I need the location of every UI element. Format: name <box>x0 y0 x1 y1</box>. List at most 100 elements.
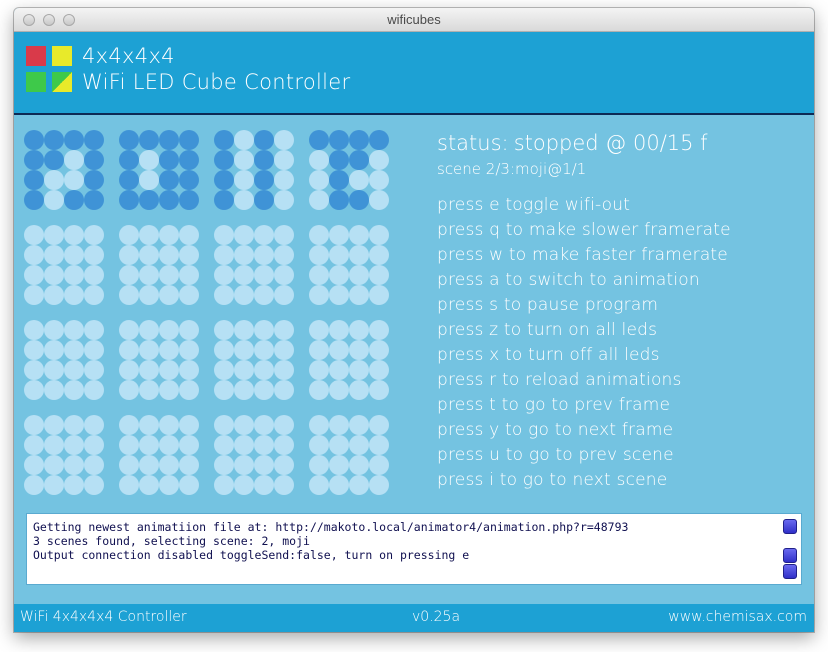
led-dot[interactable] <box>64 130 84 150</box>
led-dot[interactable] <box>64 415 84 435</box>
led-dot[interactable] <box>84 455 104 475</box>
led-dot[interactable] <box>24 360 44 380</box>
led-dot[interactable] <box>44 150 64 170</box>
led-dot[interactable] <box>234 170 254 190</box>
led-dot[interactable] <box>139 435 159 455</box>
led-dot[interactable] <box>234 285 254 305</box>
led-dot[interactable] <box>159 245 179 265</box>
led-dot[interactable] <box>214 190 234 210</box>
led-dot[interactable] <box>274 320 294 340</box>
led-dot[interactable] <box>369 170 389 190</box>
led-dot[interactable] <box>274 415 294 435</box>
led-dot[interactable] <box>254 475 274 495</box>
led-dot[interactable] <box>119 360 139 380</box>
led-dot[interactable] <box>234 225 254 245</box>
led-dot[interactable] <box>349 190 369 210</box>
scroll-down-button[interactable] <box>783 564 797 579</box>
led-dot[interactable] <box>254 320 274 340</box>
led-dot[interactable] <box>369 190 389 210</box>
led-dot[interactable] <box>179 245 199 265</box>
led-dot[interactable] <box>369 380 389 400</box>
led-dot[interactable] <box>119 170 139 190</box>
led-dot[interactable] <box>329 435 349 455</box>
led-dot[interactable] <box>64 455 84 475</box>
led-dot[interactable] <box>84 320 104 340</box>
led-dot[interactable] <box>119 435 139 455</box>
led-dot[interactable] <box>119 415 139 435</box>
led-dot[interactable] <box>179 360 199 380</box>
led-dot[interactable] <box>179 170 199 190</box>
led-dot[interactable] <box>309 225 329 245</box>
console-scrollbar[interactable] <box>782 517 798 581</box>
led-dot[interactable] <box>274 380 294 400</box>
led-dot[interactable] <box>254 285 274 305</box>
led-dot[interactable] <box>64 360 84 380</box>
led-dot[interactable] <box>254 380 274 400</box>
led-dot[interactable] <box>349 285 369 305</box>
led-dot[interactable] <box>64 380 84 400</box>
led-dot[interactable] <box>44 265 64 285</box>
led-dot[interactable] <box>179 340 199 360</box>
led-dot[interactable] <box>309 265 329 285</box>
led-dot[interactable] <box>214 285 234 305</box>
led-dot[interactable] <box>44 225 64 245</box>
led-dot[interactable] <box>159 435 179 455</box>
led-dot[interactable] <box>24 245 44 265</box>
led-dot[interactable] <box>179 150 199 170</box>
led-dot[interactable] <box>254 245 274 265</box>
led-dot[interactable] <box>84 245 104 265</box>
website-link[interactable]: www.chemisax.com <box>668 609 807 625</box>
led-dot[interactable] <box>64 475 84 495</box>
led-dot[interactable] <box>234 455 254 475</box>
led-dot[interactable] <box>159 150 179 170</box>
console-output[interactable]: Getting newest animatiion file at: http:… <box>26 513 802 585</box>
led-dot[interactable] <box>24 170 44 190</box>
cube-layer[interactable] <box>214 225 294 305</box>
led-dot[interactable] <box>349 245 369 265</box>
led-dot[interactable] <box>44 245 64 265</box>
led-dot[interactable] <box>64 245 84 265</box>
cube-layer[interactable] <box>119 225 199 305</box>
led-dot[interactable] <box>119 190 139 210</box>
led-dot[interactable] <box>44 455 64 475</box>
led-dot[interactable] <box>159 340 179 360</box>
led-dot[interactable] <box>329 170 349 190</box>
led-dot[interactable] <box>274 225 294 245</box>
led-dot[interactable] <box>254 435 274 455</box>
led-dot[interactable] <box>214 170 234 190</box>
led-dot[interactable] <box>119 150 139 170</box>
led-dot[interactable] <box>179 190 199 210</box>
led-dot[interactable] <box>179 225 199 245</box>
led-dot[interactable] <box>369 150 389 170</box>
led-dot[interactable] <box>274 475 294 495</box>
led-dot[interactable] <box>309 340 329 360</box>
led-dot[interactable] <box>214 380 234 400</box>
led-dot[interactable] <box>254 170 274 190</box>
led-dot[interactable] <box>214 265 234 285</box>
led-dot[interactable] <box>119 245 139 265</box>
led-dot[interactable] <box>179 265 199 285</box>
led-dot[interactable] <box>369 245 389 265</box>
scroll-thumb[interactable] <box>783 548 797 563</box>
led-dot[interactable] <box>254 455 274 475</box>
led-dot[interactable] <box>254 265 274 285</box>
cube-layer[interactable] <box>24 225 104 305</box>
led-dot[interactable] <box>309 455 329 475</box>
led-dot[interactable] <box>24 225 44 245</box>
led-dot[interactable] <box>329 380 349 400</box>
led-dot[interactable] <box>84 415 104 435</box>
led-dot[interactable] <box>119 130 139 150</box>
led-dot[interactable] <box>254 340 274 360</box>
led-dot[interactable] <box>139 150 159 170</box>
cube-layer[interactable] <box>214 415 294 495</box>
led-dot[interactable] <box>349 265 369 285</box>
led-dot[interactable] <box>349 415 369 435</box>
led-dot[interactable] <box>84 170 104 190</box>
led-dot[interactable] <box>329 130 349 150</box>
led-dot[interactable] <box>309 380 329 400</box>
led-dot[interactable] <box>159 475 179 495</box>
led-dot[interactable] <box>349 225 369 245</box>
led-dot[interactable] <box>349 130 369 150</box>
led-dot[interactable] <box>24 150 44 170</box>
led-dot[interactable] <box>369 265 389 285</box>
